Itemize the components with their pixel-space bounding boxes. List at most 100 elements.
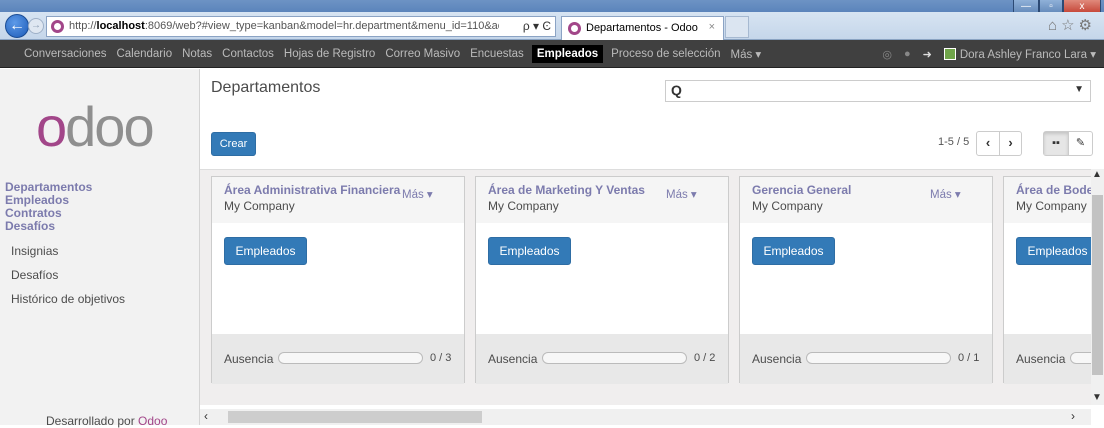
- pager-value[interactable]: 1-5 / 5: [938, 136, 969, 148]
- sidebar-item-desafios-sub[interactable]: Desafíos: [11, 268, 58, 282]
- navbar-right: ◎ ● ➜ Dora Ashley Franco Lara ▾: [882, 40, 1096, 68]
- address-url[interactable]: http://localhost:8069/web?#view_type=kan…: [69, 20, 499, 32]
- login-icon[interactable]: ➜: [923, 48, 932, 61]
- powered-by: Desarrollado por Odoo: [46, 414, 168, 428]
- nav-menu-item[interactable]: Calendario: [114, 45, 174, 63]
- window-titlebar: [0, 0, 1104, 12]
- sidebar-item-historico[interactable]: Histórico de objetivos: [11, 292, 125, 306]
- card-footer: Ausencia 0 / 3: [212, 334, 464, 384]
- sidebar-item-departamentos[interactable]: Departamentos: [5, 180, 92, 194]
- company-name: My Company: [1016, 199, 1087, 213]
- vertical-scrollbar[interactable]: ▲ ▼: [1091, 169, 1104, 405]
- nav-menu-item[interactable]: Contactos: [220, 45, 276, 63]
- tab-title: Departamentos - Odoo: [586, 22, 698, 34]
- scroll-left-icon[interactable]: ‹: [204, 409, 208, 423]
- absence-label: Ausencia: [488, 352, 538, 366]
- department-name[interactable]: Área Administrativa Financiera: [224, 183, 400, 197]
- pager-buttons: ‹ ›: [976, 131, 1022, 156]
- absence-count: 0 / 3: [430, 352, 452, 364]
- previous-page-icon[interactable]: ‹: [977, 132, 999, 155]
- user-menu[interactable]: Dora Ashley Franco Lara ▾: [960, 47, 1096, 61]
- card-header: Área Administrativa Financiera My Company…: [212, 177, 464, 223]
- tab-close-icon[interactable]: ×: [709, 21, 715, 33]
- nav-menu-item[interactable]: Notas: [180, 45, 214, 63]
- help-icon[interactable]: ◎: [882, 48, 892, 61]
- address-search-refresh-icons[interactable]: ρ ▾ Ͼ: [523, 19, 551, 33]
- kanban-view: Área Administrativa Financiera My Company…: [200, 169, 1091, 405]
- employees-button[interactable]: Empleados: [488, 237, 571, 265]
- card-footer: Ausencia: [1004, 334, 1091, 384]
- absence-progress-bar: [806, 352, 951, 364]
- department-card[interactable]: Área de Marketing Y Ventas My Company Más …: [475, 176, 729, 384]
- nav-menu-item[interactable]: Más ▾: [728, 44, 763, 64]
- department-name[interactable]: Área de Marketing Y Ventas: [488, 183, 645, 197]
- absence-label: Ausencia: [752, 352, 802, 366]
- absence-count: 0 / 2: [694, 352, 716, 364]
- vertical-scroll-thumb[interactable]: [1092, 195, 1103, 375]
- browser-tab[interactable]: Departamentos - Odoo ×: [561, 16, 724, 40]
- employees-button[interactable]: Empleados: [1016, 237, 1091, 265]
- sidebar-item-desafios[interactable]: Desafíos: [5, 219, 55, 233]
- forward-arrow-icon[interactable]: →: [28, 18, 44, 34]
- search-icon: Q: [671, 82, 682, 98]
- card-header: Gerencia General My Company Más ▾: [740, 177, 992, 223]
- form-view-icon[interactable]: ✎: [1068, 132, 1092, 155]
- scroll-right-icon[interactable]: ›: [1071, 409, 1075, 423]
- scroll-up-icon[interactable]: ▲: [1092, 169, 1102, 180]
- department-name[interactable]: Gerencia General: [752, 183, 851, 197]
- view-switcher: ▪▪ ✎: [1043, 131, 1093, 156]
- employees-button[interactable]: Empleados: [224, 237, 307, 265]
- browser-home-favorites-settings-icons[interactable]: ⌂☆⚙: [1048, 16, 1096, 34]
- absence-progress-bar: [542, 352, 687, 364]
- chat-icon[interactable]: ●: [904, 48, 911, 60]
- company-name: My Company: [752, 199, 823, 213]
- absence-count: 0 / 1: [958, 352, 980, 364]
- nav-menu-item[interactable]: Conversaciones: [22, 45, 108, 63]
- employees-button[interactable]: Empleados: [752, 237, 835, 265]
- scroll-down-icon[interactable]: ▼: [1092, 392, 1102, 403]
- chevron-down-icon[interactable]: ▼: [1074, 84, 1084, 95]
- kanban-view-icon[interactable]: ▪▪: [1044, 132, 1068, 155]
- sidebar-item-empleados[interactable]: Empleados: [5, 193, 69, 207]
- odoo-logo[interactable]: odoo: [36, 99, 155, 155]
- card-header: Área de Marketing Y Ventas My Company Más …: [476, 177, 728, 223]
- address-bar[interactable]: http://localhost:8069/web?#view_type=kan…: [46, 16, 556, 37]
- horizontal-scroll-thumb[interactable]: [228, 411, 482, 423]
- odoo-link[interactable]: Odoo: [138, 414, 167, 428]
- more-dropdown[interactable]: Más ▾: [402, 187, 433, 201]
- department-card[interactable]: Gerencia General My Company Más ▾ Empleados…: [739, 176, 993, 384]
- new-tab-button[interactable]: [725, 16, 749, 38]
- department-card[interactable]: Área Administrativa Financiera My Company…: [211, 176, 465, 384]
- absence-label: Ausencia: [224, 352, 274, 366]
- nav-menu-item[interactable]: Empleados: [531, 45, 604, 63]
- nav-menu-item[interactable]: Encuestas: [468, 45, 526, 63]
- search-input[interactable]: Q ▼: [665, 80, 1091, 102]
- create-button[interactable]: Crear: [211, 132, 256, 156]
- more-dropdown[interactable]: Más ▾: [930, 187, 961, 201]
- department-name[interactable]: Área de Bodega: [1016, 183, 1091, 197]
- horizontal-scrollbar[interactable]: ‹ ›: [200, 409, 1091, 425]
- app-menu: Conversaciones Calendario Notas Contactos Ho…: [0, 40, 769, 68]
- card-header: Área de BodegaMy CompanyMás ▾: [1004, 177, 1091, 223]
- page-title: Departamentos: [211, 79, 321, 96]
- next-page-icon[interactable]: ›: [999, 132, 1021, 155]
- more-dropdown[interactable]: Más ▾: [666, 187, 697, 201]
- back-arrow-icon[interactable]: ←: [5, 14, 29, 38]
- browser-toolbar: ← → http://localhost:8069/web?#view_type…: [0, 12, 1104, 40]
- app-navbar: Conversaciones Calendario Notas Contactos Ho…: [0, 40, 1104, 68]
- department-card[interactable]: Área de BodegaMy CompanyMás ▾EmpleadosAu…: [1003, 176, 1091, 384]
- nav-menu-item[interactable]: Hojas de Registro: [282, 45, 377, 63]
- sidebar-item-contratos[interactable]: Contratos: [5, 206, 62, 220]
- nav-menu-item[interactable]: Correo Masivo: [383, 45, 462, 63]
- card-footer: Ausencia 0 / 1: [740, 334, 992, 384]
- nav-menu-item[interactable]: Proceso de selección: [609, 45, 722, 63]
- card-footer: Ausencia 0 / 2: [476, 334, 728, 384]
- sidebar: odoo Departamentos Empleados Contratos D…: [0, 69, 200, 428]
- absence-progress-bar: [1070, 352, 1091, 364]
- main-content: Departamentos Q ▼ Crear 1-5 / 5 ‹ › ▪▪ ✎…: [200, 69, 1104, 425]
- user-avatar[interactable]: [943, 48, 956, 60]
- company-name: My Company: [488, 199, 559, 213]
- sidebar-item-insignias[interactable]: Insignias: [11, 244, 58, 258]
- site-favicon-icon: [51, 20, 64, 33]
- company-name: My Company: [224, 199, 295, 213]
